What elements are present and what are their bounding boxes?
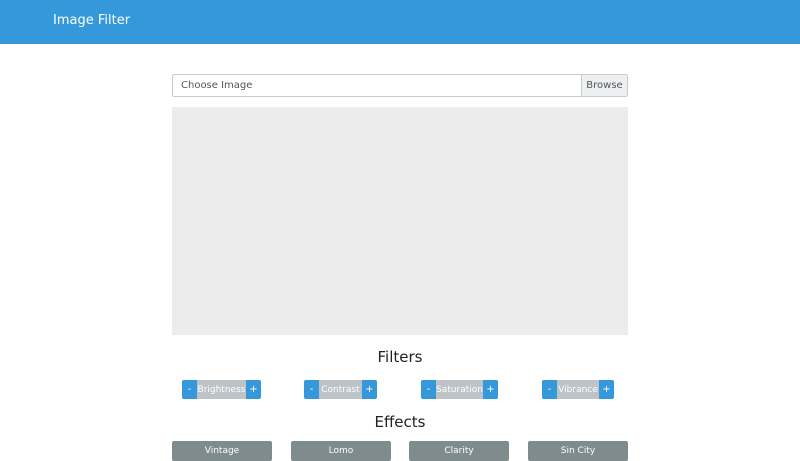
contrast-label: Contrast — [319, 380, 362, 399]
contrast-increase-button[interactable]: + — [362, 380, 377, 399]
filter-saturation: - Saturation + — [421, 380, 498, 399]
file-picker: Choose Image Browse — [172, 74, 628, 97]
filters-heading: Filters — [377, 348, 423, 366]
brightness-label: Brightness — [197, 380, 246, 399]
app-brand[interactable]: Image Filter — [53, 13, 130, 28]
saturation-label: Saturation — [436, 380, 483, 399]
effects-heading: Effects — [374, 413, 426, 431]
vibrance-increase-button[interactable]: + — [599, 380, 614, 399]
saturation-increase-button[interactable]: + — [483, 380, 498, 399]
choose-image-input[interactable]: Choose Image — [172, 74, 581, 97]
filter-vibrance: - Vibrance + — [542, 380, 614, 399]
brightness-decrease-button[interactable]: - — [182, 380, 197, 399]
effect-sin-city-button[interactable]: Sin City — [528, 441, 628, 461]
effect-vintage-button[interactable]: Vintage — [172, 441, 272, 461]
contrast-decrease-button[interactable]: - — [304, 380, 319, 399]
browse-button[interactable]: Browse — [581, 74, 628, 97]
saturation-decrease-button[interactable]: - — [421, 380, 436, 399]
filter-contrast: - Contrast + — [304, 380, 377, 399]
image-canvas — [172, 107, 628, 335]
vibrance-decrease-button[interactable]: - — [542, 380, 557, 399]
effect-clarity-button[interactable]: Clarity — [409, 441, 509, 461]
filter-brightness: - Brightness + — [182, 380, 261, 399]
effect-lomo-button[interactable]: Lomo — [291, 441, 391, 461]
vibrance-label: Vibrance — [557, 380, 599, 399]
brightness-increase-button[interactable]: + — [246, 380, 261, 399]
navbar: Image Filter — [0, 0, 800, 44]
